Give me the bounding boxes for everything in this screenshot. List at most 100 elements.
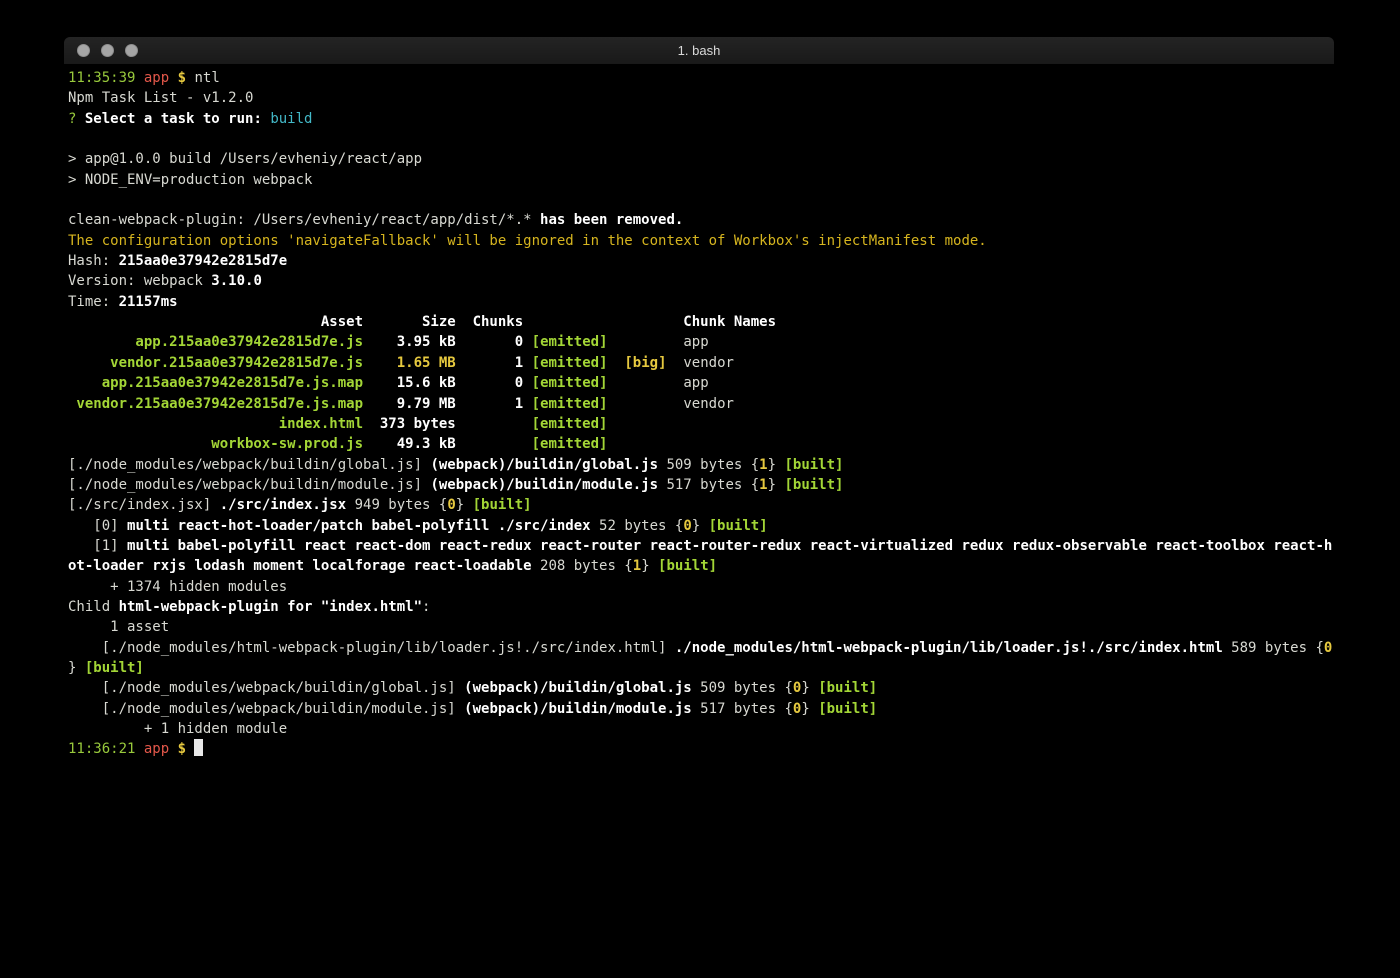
terminal-text-segment: 0: [447, 497, 455, 513]
terminal-text-segment: [523, 396, 531, 412]
terminal-text-segment: app.215aa0e37942e2815d7e.js: [68, 334, 363, 350]
terminal-text-segment: app: [608, 375, 709, 391]
terminal-text-segment: [363, 375, 397, 391]
terminal-line: Version: webpack 3.10.0: [68, 271, 1334, 291]
terminal-text-segment: [169, 741, 177, 757]
terminal-line: vendor.215aa0e37942e2815d7e.js 1.65 MB 1…: [68, 353, 1334, 373]
terminal-line: [./node_modules/webpack/buildin/global.j…: [68, 455, 1334, 475]
terminal-text-segment: [456, 375, 515, 391]
terminal-text-segment: 509 bytes {: [692, 680, 793, 696]
terminal-text-segment: }: [768, 457, 785, 473]
terminal-text-segment: [363, 355, 397, 371]
terminal-text-segment: Asset Size Chunks Chunk Names: [68, 314, 776, 330]
terminal-line: > NODE_ENV=production webpack: [68, 170, 1334, 190]
terminal-text-segment: [emitted]: [532, 375, 608, 391]
terminal-line: Npm Task List - v1.2.0: [68, 88, 1334, 108]
terminal-text-segment: 517 bytes {: [692, 701, 793, 717]
terminal-text-segment: app: [608, 334, 709, 350]
terminal-text-segment: 52 bytes {: [591, 518, 684, 534]
close-button[interactable]: [77, 44, 90, 57]
terminal-text-segment: 1.65 MB: [397, 355, 456, 371]
terminal-text-segment: ./node_modules/html-webpack-plugin/lib/l…: [675, 640, 1223, 656]
terminal-line: app.215aa0e37942e2815d7e.js.map 15.6 kB …: [68, 373, 1334, 393]
terminal-text-segment: + 1374 hidden modules: [68, 579, 287, 595]
terminal-text-segment: [135, 70, 143, 86]
zoom-button[interactable]: [125, 44, 138, 57]
terminal-line: clean-webpack-plugin: /Users/evheniy/rea…: [68, 210, 1334, 230]
terminal-text-segment: 3.95 kB: [397, 334, 456, 350]
terminal-line: vendor.215aa0e37942e2815d7e.js.map 9.79 …: [68, 394, 1334, 414]
terminal-text-segment: 1: [633, 558, 641, 574]
terminal-text-segment: html-webpack-plugin for "index.html": [119, 599, 422, 615]
terminal-text-segment: }: [692, 518, 709, 534]
terminal-text-segment: [0]: [68, 518, 127, 534]
terminal-text-segment: [emitted]: [532, 436, 608, 452]
terminal-text-segment: [built]: [473, 497, 532, 513]
terminal-text-segment: [built]: [85, 660, 144, 676]
terminal-text-segment: 1 asset: [68, 619, 169, 635]
terminal-text-segment: }: [456, 497, 473, 513]
terminal-text-segment: 3.10.0: [211, 273, 262, 289]
terminal-line: Hash: 215aa0e37942e2815d7e: [68, 251, 1334, 271]
terminal-text-segment: 15.6 kB: [397, 375, 456, 391]
terminal-line: [./node_modules/webpack/buildin/module.j…: [68, 475, 1334, 495]
terminal-line: [./node_modules/webpack/buildin/global.j…: [68, 678, 1334, 698]
terminal-text-segment: Npm Task List - v1.2.0: [68, 90, 253, 106]
terminal-text-segment: multi react-hot-loader/patch babel-polyf…: [127, 518, 591, 534]
terminal-text-segment: [./node_modules/html-webpack-plugin/lib/…: [68, 640, 675, 656]
terminal-text-segment: [built]: [818, 680, 877, 696]
terminal-text-segment: > NODE_ENV=production webpack: [68, 172, 312, 188]
terminal-text-segment: 0: [683, 518, 691, 534]
terminal-cursor: [194, 739, 202, 756]
terminal-text-segment: The configuration options 'navigateFallb…: [68, 233, 987, 249]
terminal-text-segment: [./node_modules/webpack/buildin/global.j…: [68, 680, 464, 696]
minimize-button[interactable]: [101, 44, 114, 57]
terminal-text-segment: (webpack)/buildin/global.js: [430, 457, 658, 473]
terminal-text-segment: [emitted]: [532, 416, 608, 432]
terminal-text-segment: }: [68, 660, 85, 676]
terminal-line: Child html-webpack-plugin for "index.htm…: [68, 597, 1334, 617]
terminal-text-segment: 949 bytes {: [346, 497, 447, 513]
terminal-text-segment: [built]: [818, 701, 877, 717]
terminal-text-segment: [523, 334, 531, 350]
terminal-text-segment: [363, 436, 397, 452]
terminal-text-segment: 1: [515, 355, 523, 371]
terminal-text-segment: 0: [515, 375, 523, 391]
terminal-text-segment: workbox-sw.prod.js: [68, 436, 363, 452]
terminal-text-segment: $: [178, 741, 186, 757]
terminal-text-segment: :: [422, 599, 430, 615]
terminal-line: ? Select a task to run: build: [68, 109, 1334, 129]
terminal-line: + 1 hidden module: [68, 719, 1334, 739]
traffic-lights: [77, 44, 138, 57]
terminal-text-segment: [186, 741, 194, 757]
terminal-line: [0] multi react-hot-loader/patch babel-p…: [68, 516, 1334, 536]
window-title: 1. bash: [64, 37, 1334, 65]
terminal-text-segment: }: [801, 701, 818, 717]
terminal-text-segment: 215aa0e37942e2815d7e: [119, 253, 288, 269]
terminal-text-segment: Time:: [68, 294, 119, 310]
terminal-text-segment: index.html: [68, 416, 363, 432]
terminal-text-segment: [608, 355, 625, 371]
terminal-text-segment: }: [768, 477, 785, 493]
terminal-text-segment: [built]: [658, 558, 717, 574]
terminal-line: workbox-sw.prod.js 49.3 kB [emitted]: [68, 434, 1334, 454]
terminal-text-segment: 1: [759, 457, 767, 473]
terminal-output[interactable]: 11:35:39 app $ ntlNpm Task List - v1.2.0…: [64, 65, 1334, 760]
terminal-text-segment: 9.79 MB: [397, 396, 456, 412]
terminal-text-segment: 21157ms: [119, 294, 178, 310]
terminal-text-segment: [523, 375, 531, 391]
terminal-line: + 1374 hidden modules: [68, 577, 1334, 597]
terminal-text-segment: (webpack)/buildin/global.js: [464, 680, 692, 696]
terminal-text-segment: 208 bytes {: [532, 558, 633, 574]
terminal-text-segment: [./src/index.jsx]: [68, 497, 220, 513]
terminal-line: [./node_modules/webpack/buildin/module.j…: [68, 699, 1334, 719]
terminal-text-segment: 0: [1324, 640, 1332, 656]
terminal-text-segment: [456, 416, 532, 432]
terminal-text-segment: [363, 416, 380, 432]
terminal-text-segment: 49.3 kB: [397, 436, 456, 452]
terminal-text-segment: has been removed.: [540, 212, 683, 228]
terminal-text-segment: vendor.215aa0e37942e2815d7e.js: [68, 355, 363, 371]
terminal-text-segment: 373 bytes: [380, 416, 456, 432]
terminal-text-segment: [456, 355, 515, 371]
window-titlebar: 1. bash: [64, 37, 1334, 65]
